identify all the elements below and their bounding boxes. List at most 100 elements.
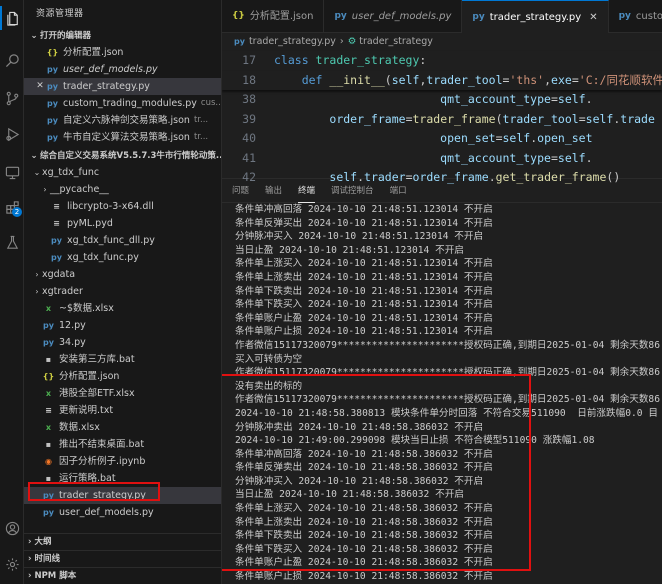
json-file-icon: {} <box>232 11 245 21</box>
open-editor-name: 分析配置.json <box>63 47 124 58</box>
code-line: 17 class trader_strategy: <box>222 51 662 71</box>
folder-item[interactable]: › xgtrader <box>24 283 221 300</box>
editor-tab[interactable]: py user_def_models.py <box>324 0 463 33</box>
testing-icon[interactable] <box>0 230 24 254</box>
line-number: 42 <box>242 170 256 184</box>
terminal-line: 条件单账户止损 2024-10-10 21:48:51.123014 不开启 <box>235 326 493 338</box>
excel-file-icon: x <box>45 423 52 432</box>
file-item[interactable]: ▪ 运行策略.bat <box>24 470 221 487</box>
terminal-line: 条件单冲高回落 2024-10-10 21:48:51.123014 不开启 <box>235 204 493 215</box>
text-file-icon: ≡ <box>45 406 52 415</box>
source-control-icon[interactable] <box>0 86 24 110</box>
excel-file-icon: x <box>45 389 52 398</box>
code-token: trader_strategy <box>315 53 420 67</box>
code-editor[interactable]: 17 class trader_strategy: 18 def __init__(… <box>222 51 662 184</box>
file-item[interactable]: x 港股全部ETF.xlsx <box>24 385 221 402</box>
tree-item-name: xgdata <box>42 269 76 280</box>
tree-item-name: trader_strategy.py <box>59 490 146 501</box>
chevron-right-icon: › <box>35 287 39 296</box>
terminal-line: 条件单上涨买入 2024-10-10 21:48:51.123014 不开启 <box>235 258 493 270</box>
code-token: 'ths' <box>509 72 545 87</box>
line-number: 39 <box>242 111 256 126</box>
open-editor-name: 自定义六脉神剑交易策略.json <box>63 115 190 126</box>
file-item[interactable]: ▪ 安装第三方库.bat <box>24 351 221 368</box>
batch-file-icon: ▪ <box>45 474 52 483</box>
search-icon[interactable] <box>0 48 24 72</box>
code-text: class trader_strategy: <box>262 51 426 71</box>
editor-tab[interactable]: {} 分析配置.json <box>222 0 325 33</box>
python-file-icon: py <box>618 11 631 21</box>
file-item[interactable]: py 34.py <box>24 334 221 351</box>
timeline-section[interactable]: › 时间线 <box>24 550 221 567</box>
tree-item-name: 因子分析例子.ipynb <box>59 456 146 467</box>
folder-item[interactable]: › __pycache__ <box>24 181 221 198</box>
open-editor-path: tr... <box>193 132 209 142</box>
remote-explorer-icon[interactable] <box>0 160 24 184</box>
code-token: ( <box>495 111 503 126</box>
open-editors-header[interactable]: ⌄ 打开的编辑器 <box>24 28 221 44</box>
open-editor-item[interactable]: py 自定义六脉神剑交易策略.json tr... <box>24 112 221 129</box>
settings-gear-icon[interactable] <box>0 552 24 576</box>
workspace-header[interactable]: ⌄ 综合自定义交易系统V5.5.7.3牛市行情轮动策... <box>24 148 221 164</box>
breadcrumb-symbol[interactable]: trader_strategy <box>359 36 433 47</box>
folder-item[interactable]: ⌄ xg_tdx_func <box>24 164 221 181</box>
code-token: self <box>585 111 614 126</box>
file-item[interactable]: py xg_tdx_func_dll.py <box>24 232 221 249</box>
open-editor-item[interactable]: ✕ py trader_strategy.py <box>24 78 221 95</box>
python-file-icon: py <box>47 116 58 125</box>
outline-section[interactable]: › 大纲 <box>24 533 221 550</box>
file-item[interactable]: ◉ 因子分析例子.ipynb <box>24 453 221 470</box>
account-icon[interactable] <box>0 516 24 540</box>
folder-item[interactable]: › xgdata <box>24 266 221 283</box>
open-editor-item[interactable]: py 牛市自定义算法交易策略.json tr... <box>24 129 221 146</box>
terminal-line: 作者微信15117320079**********************授权码… <box>235 339 660 351</box>
python-file-icon: py <box>47 133 58 142</box>
file-item[interactable]: {} 分析配置.json <box>24 368 221 385</box>
file-item[interactable]: py user_def_models.py <box>24 504 221 521</box>
file-item[interactable]: ▪ 推出不结束桌面.bat <box>24 436 221 453</box>
close-icon[interactable]: ✕ <box>34 78 46 95</box>
code-token: self <box>557 150 586 165</box>
file-item[interactable]: py trader_strategy.py <box>24 487 221 504</box>
extensions-icon[interactable]: 2 <box>0 195 24 219</box>
chevron-down-icon: ⌄ <box>30 151 38 161</box>
code-token: . <box>585 150 593 165</box>
python-file-icon: py <box>43 321 54 330</box>
terminal-line: 条件单账户止盈 2024-10-10 21:48:51.123014 不开启 <box>235 312 493 324</box>
editor-area: {} 分析配置.json py user_def_models.py py trader_… <box>222 0 662 584</box>
terminal-output[interactable]: 条件单冲高回落 2024-10-10 21:48:51.123014 不开启 条件… <box>222 203 662 584</box>
tree-item-name: 分析配置.json <box>59 371 120 382</box>
file-item[interactable]: py 12.py <box>24 317 221 334</box>
file-item[interactable]: x ~$数据.xlsx <box>24 300 221 317</box>
close-icon[interactable]: ✕ <box>589 1 597 34</box>
breadcrumb-file[interactable]: trader_strategy.py <box>249 36 336 47</box>
open-editor-item[interactable]: py user_def_models.py <box>24 61 221 78</box>
editor-tab[interactable]: py custom_trading <box>609 0 662 33</box>
editor-tab[interactable]: py trader_strategy.py ✕ <box>462 0 609 34</box>
line-number: 38 <box>242 92 256 106</box>
file-item[interactable]: py xg_tdx_func.py <box>24 249 221 266</box>
terminal-line: 条件单上涨卖出 2024-10-10 21:48:58.386032 不开启 <box>235 516 493 528</box>
file-item[interactable]: x 数据.xlsx <box>24 419 221 436</box>
code-token: open_set <box>537 131 593 145</box>
files-icon[interactable] <box>0 6 24 30</box>
open-editor-item[interactable]: {} 分析配置.json <box>24 44 221 61</box>
code-token: get_trader_frame <box>495 170 607 184</box>
run-debug-icon[interactable] <box>0 122 24 146</box>
code-token: = <box>550 150 558 165</box>
file-item[interactable]: ≡ 更新说明.txt <box>24 402 221 419</box>
open-editor-item[interactable]: py custom_trading_modules.pycus... <box>24 95 221 112</box>
python-file-icon: py <box>43 338 54 347</box>
file-item[interactable]: ≡ pyML.pyd <box>24 215 221 232</box>
terminal-line: 条件单下跌卖出 2024-10-10 21:48:58.386032 不开启 <box>235 530 493 542</box>
timeline-label: 时间线 <box>34 554 60 564</box>
npm-scripts-section[interactable]: › NPM 脚本 <box>24 567 221 584</box>
chevron-down-icon: ⌄ <box>30 31 38 41</box>
code-token: order_frame <box>412 170 489 184</box>
open-editors-list: {} 分析配置.json py user_def_models.py ✕ py trader… <box>24 44 221 146</box>
file-item[interactable]: ≡ libcrypto-3-x64.dll <box>24 198 221 215</box>
terminal-line: 条件单反弹买出 2024-10-10 21:48:51.123014 不开启 <box>235 217 493 229</box>
